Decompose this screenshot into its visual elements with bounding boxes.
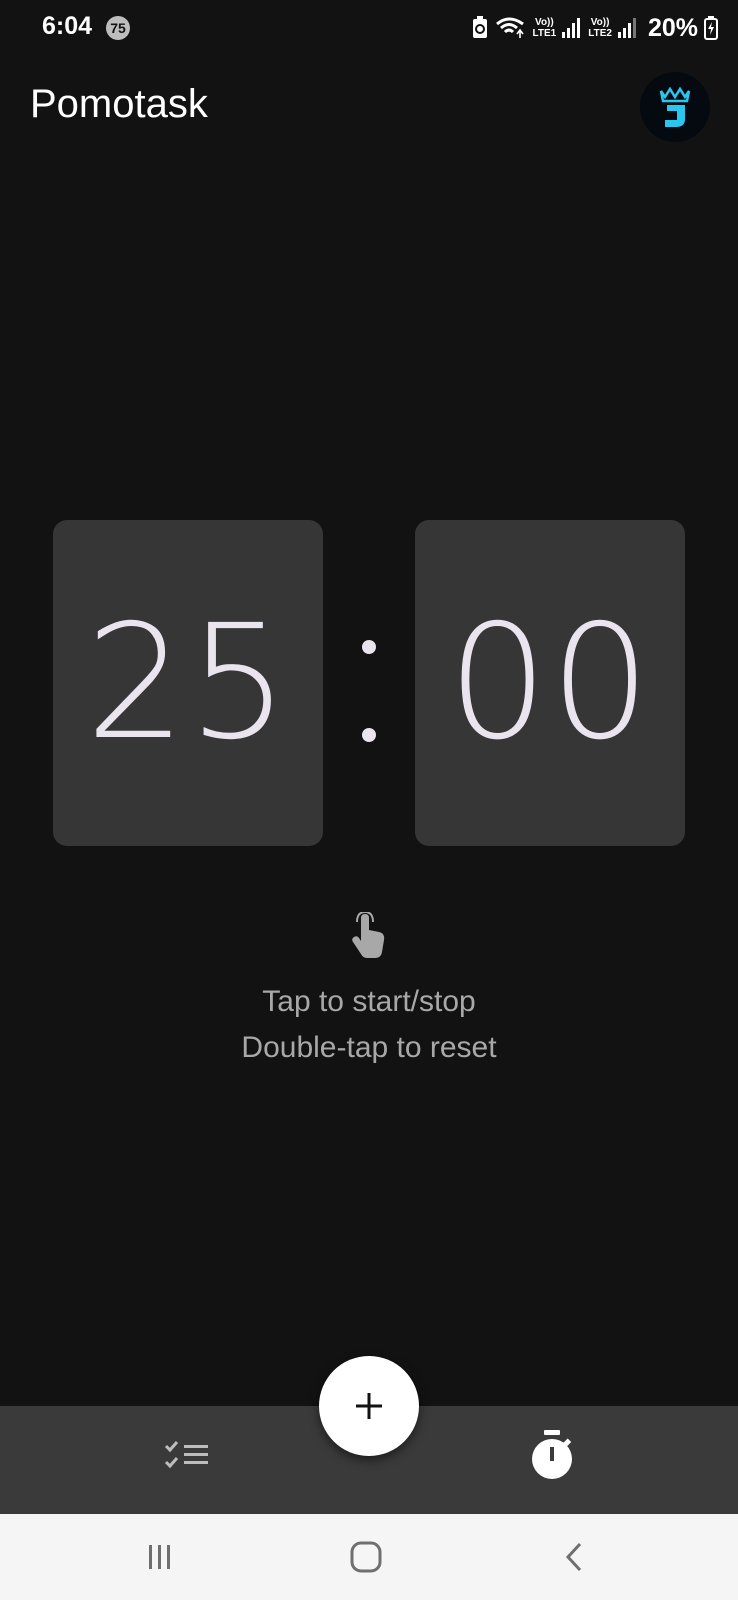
battery-saver-icon xyxy=(471,16,489,40)
sim2-volte: Vo)) xyxy=(590,17,610,28)
wifi-icon xyxy=(495,16,527,40)
battery-charging-icon xyxy=(704,16,718,40)
notification-count-badge: 75 xyxy=(106,16,130,40)
sim1-lte: LTE1 xyxy=(532,28,557,39)
nav-tasks-button[interactable] xyxy=(160,1430,216,1482)
status-bar: 6:04 75 Vo)) LTE1 Vo)) LTE2 20% xyxy=(0,0,738,58)
plus-icon xyxy=(356,1393,382,1419)
nav-timer-button[interactable] xyxy=(524,1426,580,1486)
stopwatch-icon xyxy=(532,1430,572,1479)
profile-avatar[interactable] xyxy=(640,72,710,142)
home-button[interactable] xyxy=(336,1532,396,1582)
sim1-label: Vo)) LTE1 xyxy=(533,17,557,39)
signal-icon xyxy=(617,17,638,39)
app-title: Pomotask xyxy=(30,82,208,126)
home-icon xyxy=(350,1541,382,1573)
timer-display[interactable]: 25 00 xyxy=(53,520,685,846)
back-button[interactable] xyxy=(544,1532,604,1582)
hint-tap: Tap to start/stop xyxy=(262,985,476,1018)
sim1-volte: Vo)) xyxy=(535,17,554,28)
checklist-icon xyxy=(164,1441,208,1469)
status-icons: Vo)) LTE1 Vo)) LTE2 20% xyxy=(471,10,718,46)
seconds-value: 00 xyxy=(447,591,653,775)
colon-dot-top xyxy=(362,640,376,654)
minutes-card[interactable]: 25 xyxy=(53,520,323,846)
sim2-label: Vo)) LTE2 xyxy=(588,17,612,39)
hint-double-tap: Double-tap to reset xyxy=(241,1031,497,1064)
back-icon xyxy=(565,1542,582,1572)
add-task-fab[interactable] xyxy=(319,1356,419,1456)
recents-icon xyxy=(149,1545,170,1569)
minutes-value: 25 xyxy=(85,591,291,775)
status-time: 6:04 xyxy=(42,12,93,40)
sim2-lte: LTE2 xyxy=(588,28,612,39)
recents-button[interactable] xyxy=(130,1532,190,1582)
seconds-card[interactable]: 00 xyxy=(415,520,685,846)
signal-icon xyxy=(562,17,582,39)
crown-j-logo-icon xyxy=(659,86,691,127)
battery-percent: 20% xyxy=(647,13,698,42)
colon-dot-bottom xyxy=(362,728,376,742)
system-nav-bar xyxy=(0,1514,738,1600)
touch-app-icon xyxy=(349,910,389,962)
